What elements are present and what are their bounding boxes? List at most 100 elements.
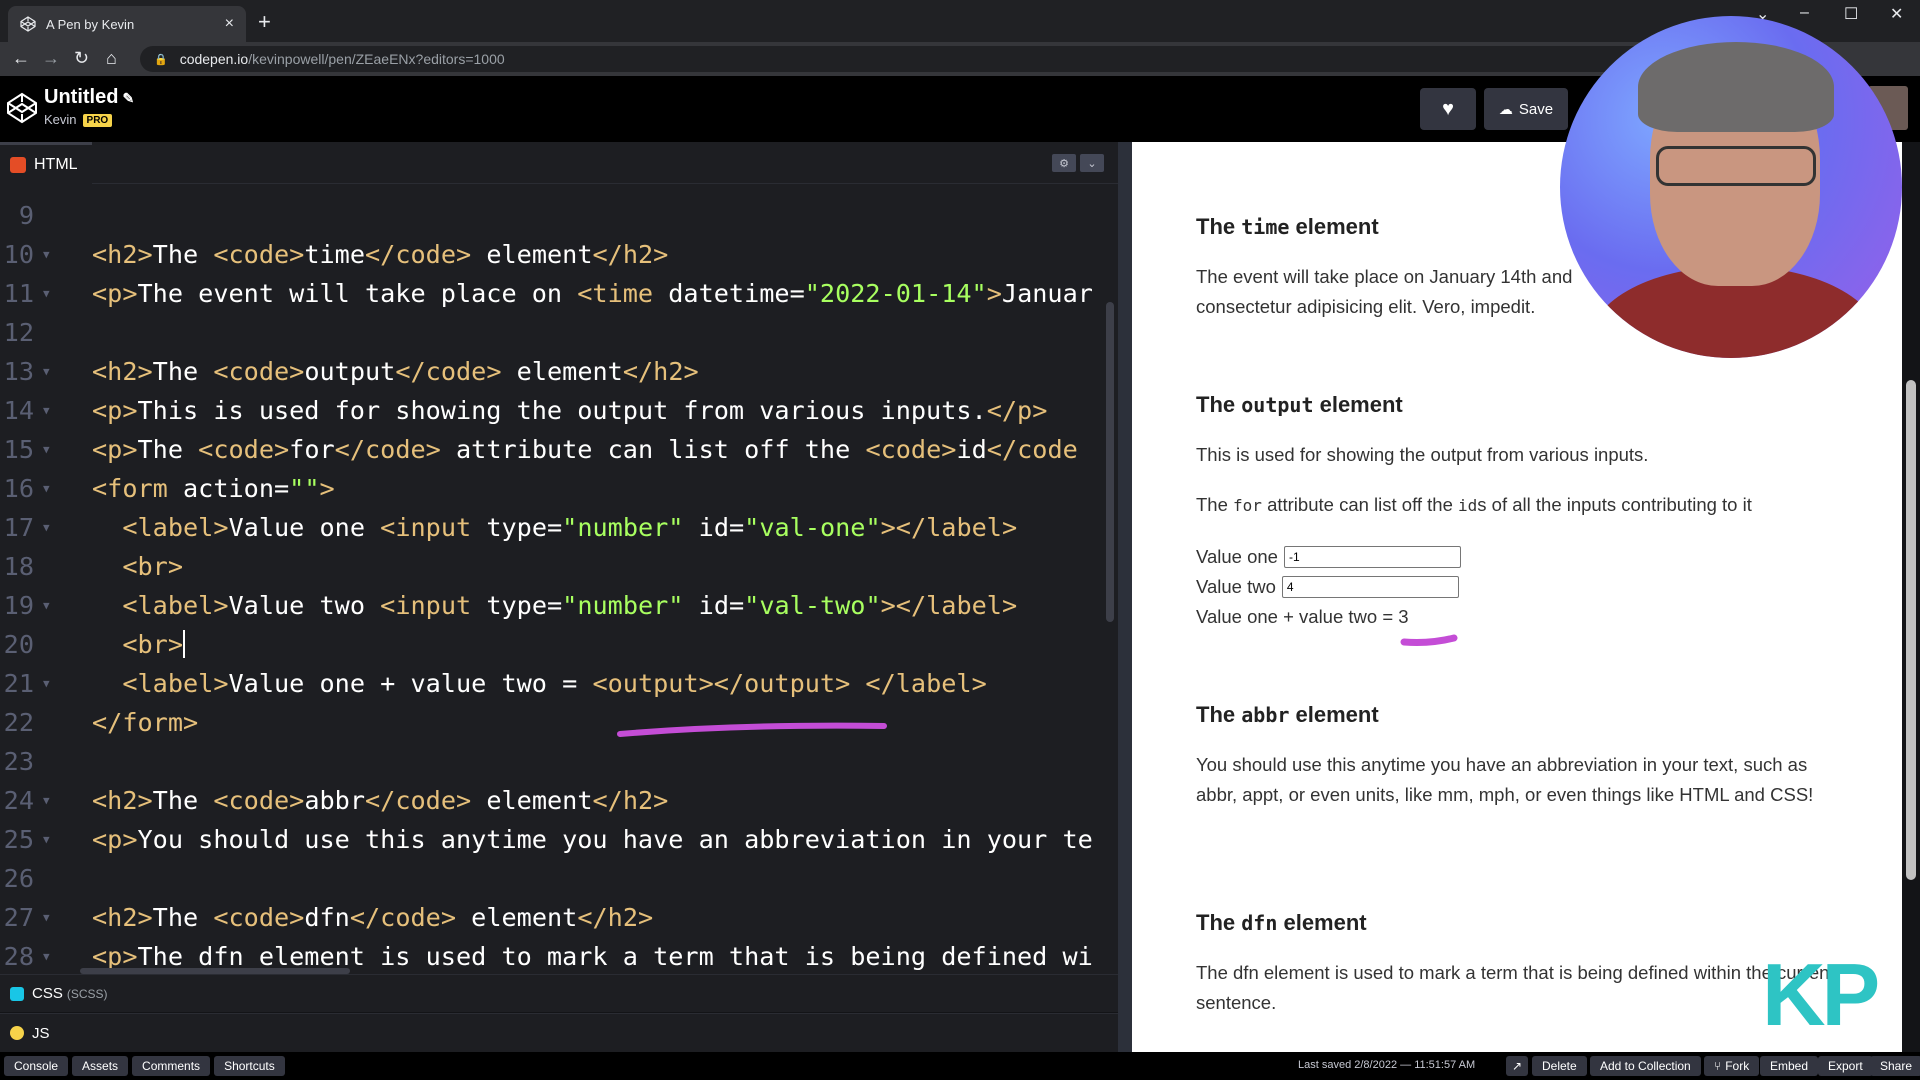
line-number: 19 [3,591,34,620]
code-text: <label>Value one <input type="number" id… [122,513,1018,542]
for-attribute-paragraph: The for attribute can list off the ids o… [1196,494,1752,515]
share-button[interactable]: Share [1870,1056,1920,1076]
code-line[interactable]: 27 ▼ <h2>The <code>dfn</code> element</h2> [0,898,1118,937]
preview-scrollbar[interactable] [1906,380,1916,880]
browser-tab[interactable]: A Pen by Kevin × [8,6,246,42]
editor-settings-icon[interactable]: ⚙ [1052,154,1076,172]
fold-arrow-icon[interactable]: ▼ [43,937,50,974]
save-button[interactable]: ☁ Save [1484,88,1568,130]
cloud-icon: ☁ [1498,100,1513,117]
line-number: 16 [3,474,34,503]
address-bar[interactable]: 🔒 codepen.io/kevinpowell/pen/ZEaeENx?edi… [140,46,1820,72]
html-editor: HTML ⚙ ⌄ 9 10 ▼ <h2>The <code>time</code> e… [0,142,1118,974]
fold-arrow-icon[interactable]: ▼ [43,820,50,859]
pro-badge: PRO [82,114,113,127]
webcam-hair [1638,42,1834,132]
code-line[interactable]: 13 ▼ <h2>The <code>output</code> element</… [0,352,1118,391]
code-text: <h2>The <code>abbr</code> element</h2> [92,786,669,815]
code-line[interactable]: 19 ▼ <label>Value two <input type="number… [0,586,1118,625]
browser-tab-strip: A Pen by Kevin × + ⌄ – ☐ ✕ [0,0,1920,42]
fold-arrow-icon[interactable]: ▼ [43,508,50,547]
fold-arrow-icon[interactable]: ▼ [43,586,50,625]
line-number: 18 [3,552,34,581]
editor-vertical-scrollbar[interactable] [1106,302,1114,622]
code-line[interactable]: 21 ▼ <label>Value one + value two = <outp… [0,664,1118,703]
code-line[interactable]: 23 [0,742,1118,781]
line-number: 22 [3,708,34,737]
forward-icon[interactable]: → [42,48,60,69]
code-text: <h2>The <code>output</code> element</h2> [92,357,699,386]
code-line[interactable]: 10 ▼ <h2>The <code>time</code> element</h2… [0,235,1118,274]
close-window-icon[interactable]: ✕ [1890,4,1903,24]
pen-owner[interactable]: Kevin PRO [44,112,113,127]
comments-button[interactable]: Comments [132,1056,211,1076]
code-line[interactable]: 20 <br> [0,625,1118,664]
maximize-icon[interactable]: ☐ [1844,4,1858,24]
add-to-collection-button[interactable]: Add to Collection [1590,1056,1701,1076]
code-line[interactable]: 15 ▼ <p>The <code>for</code> attribute can… [0,430,1118,469]
minimize-icon[interactable]: – [1800,4,1809,22]
code-line[interactable]: 18 <br> [0,547,1118,586]
js-icon [10,1026,24,1040]
fold-arrow-icon[interactable]: ▼ [43,430,50,469]
code-line[interactable]: 26 [0,859,1118,898]
css-editor-bar[interactable]: CSS (SCSS) [0,974,1118,1012]
code-line[interactable]: 12 [0,313,1118,352]
line-number: 15 [3,435,34,464]
back-icon[interactable]: ← [12,48,30,69]
fold-arrow-icon[interactable]: ▼ [43,352,50,391]
code-line[interactable]: 11 ▼ <p>The event will take place on <time… [0,274,1118,313]
editor-collapse-icon[interactable]: ⌄ [1080,154,1104,172]
edit-pencil-icon[interactable]: ✎ [122,90,134,106]
line-number: 28 [3,942,34,971]
code-text: <p>This is used for showing the output f… [92,396,1048,425]
fold-arrow-icon[interactable]: ▼ [43,469,50,508]
fold-arrow-icon[interactable]: ▼ [43,781,50,820]
webcam-glasses [1656,146,1816,186]
value-one-input[interactable]: -1 [1283,546,1461,568]
code-line[interactable]: 24 ▼ <h2>The <code>abbr</code> element</h2… [0,781,1118,820]
code-text: <br> [122,630,186,659]
code-line[interactable]: 16 ▼ <form action=""> [0,469,1118,508]
home-icon[interactable]: ⌂ [106,48,117,69]
code-text: <p>The event will take place on <time da… [92,279,1093,308]
reload-icon[interactable]: ↻ [74,48,89,69]
js-editor-bar[interactable]: JS [0,1013,1118,1052]
delete-button[interactable]: Delete [1532,1056,1587,1076]
code-area[interactable]: 9 10 ▼ <h2>The <code>time</code> element</h… [0,184,1118,974]
line-number: 26 [3,864,34,893]
codepen-logo-icon[interactable] [6,92,38,124]
fold-arrow-icon[interactable]: ▼ [43,274,50,313]
value-two-input[interactable]: 4 [1281,576,1459,598]
like-button[interactable]: ♥ [1420,88,1476,130]
new-tab-icon[interactable]: + [258,9,271,35]
code-line[interactable]: 22 </form> [0,703,1118,742]
code-line[interactable]: 14 ▼ <p>This is used for showing the outpu… [0,391,1118,430]
line-number: 23 [3,747,34,776]
line-number: 12 [3,318,34,347]
close-tab-icon[interactable]: × [225,15,234,33]
code-line[interactable]: 9 [0,196,1118,235]
fork-button[interactable]: ⑂ Fork [1704,1056,1760,1076]
fork-icon: ⑂ [1714,1059,1722,1073]
code-text: </form> [92,708,199,737]
assets-button[interactable]: Assets [72,1056,129,1076]
code-line[interactable]: 17 ▼ <label>Value one <input type="number… [0,508,1118,547]
fold-arrow-icon[interactable]: ▼ [43,391,50,430]
css-preprocessor-label: (SCSS) [66,986,108,1001]
fold-arrow-icon[interactable]: ▼ [43,235,50,274]
fold-arrow-icon[interactable]: ▼ [43,898,50,937]
tab-html[interactable]: HTML [0,142,92,184]
shortcuts-button[interactable]: Shortcuts [214,1056,285,1076]
code-line[interactable]: 25 ▼ <p>You should use this anytime you ha… [0,820,1118,859]
export-button[interactable]: Export [1818,1056,1873,1076]
console-button[interactable]: Console [4,1056,69,1076]
value-one-row: Value one -1 [1196,546,1461,568]
pen-title[interactable]: Untitled ✎ [44,86,134,109]
pane-resize-handle[interactable] [1118,142,1132,1052]
line-number: 11 [3,279,34,308]
embed-button[interactable]: Embed [1760,1056,1819,1076]
fold-arrow-icon[interactable]: ▼ [43,664,50,703]
css-tab-label: CSS [32,985,63,1002]
open-new-window-icon[interactable]: ↗ [1506,1056,1528,1076]
